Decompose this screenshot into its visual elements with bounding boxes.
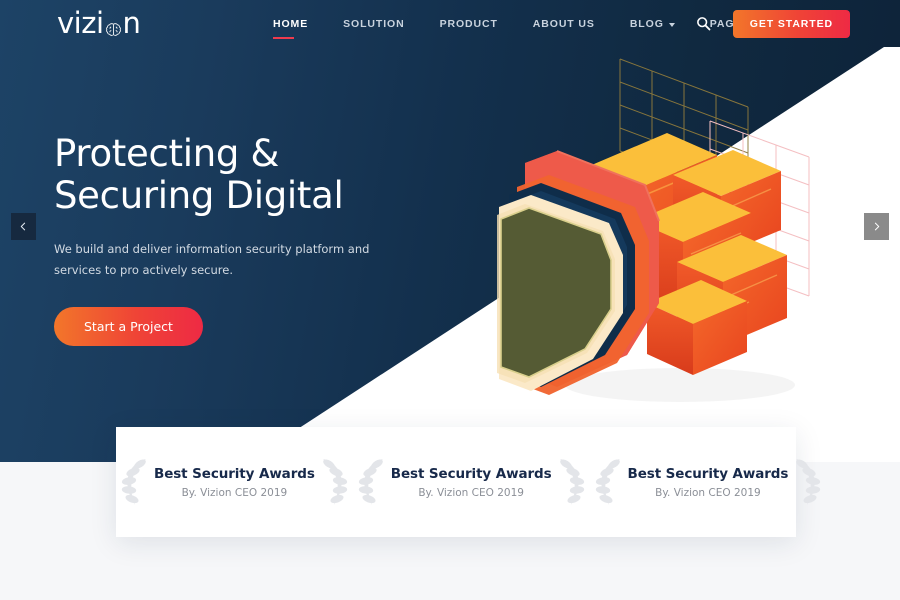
nav-item-label: BLOG [629, 17, 664, 30]
carousel-next-button[interactable] [864, 213, 889, 240]
search-icon[interactable] [696, 16, 711, 31]
award-subtitle: By. Vizion CEO 2019 [181, 486, 288, 499]
hero-subtitle: We build and deliver information securit… [54, 242, 370, 277]
nav-item-blog[interactable]: BLOG [630, 18, 692, 30]
nav-item-label: PRODUCT [439, 17, 498, 30]
logo[interactable]: vizi n [57, 6, 141, 40]
award-title: Best Security Awards [154, 465, 315, 482]
award-text: Best Security Awards By. Vizion CEO 2019 [628, 466, 789, 499]
brain-icon [104, 16, 123, 36]
security-cube-shield-graphic [497, 58, 810, 402]
award-card: Best Security Awards By. Vizion CEO 2019 [116, 427, 353, 537]
award-title: Best Security Awards [390, 465, 552, 482]
nav-item-label: HOME [273, 17, 309, 30]
start-project-button[interactable]: Start a Project [54, 307, 203, 346]
award-card: Best Security Awards By. Vizion CEO 2019 [590, 427, 827, 537]
nav-item-about-us[interactable]: ABOUT US [533, 18, 612, 30]
chevron-down-icon [668, 22, 675, 27]
page-root: vizi n HOME SOLUTION PRODUCT ABOUT US BL… [0, 0, 900, 600]
carousel-prev-button[interactable] [11, 213, 36, 240]
nav-item-home[interactable]: HOME [273, 17, 325, 39]
award-subtitle: By. Vizion CEO 2019 [418, 486, 524, 499]
laurel-wreath-icon [121, 459, 146, 505]
award-text: Best Security Awards By. Vizion CEO 2019 [154, 466, 315, 499]
award-title: Best Security Awards [627, 465, 789, 482]
awards-panel: Best Security Awards By. Vizion CEO 2019 [116, 427, 821, 537]
award-text: Best Security Awards By. Vizion CEO 2019 [391, 466, 552, 499]
nav-item-label: ABOUT US [532, 17, 595, 30]
award-card: Best Security Awards By. Vizion CEO 2019 [353, 427, 590, 537]
hero-content: Protecting & Securing Digital We build a… [54, 133, 454, 346]
laurel-wreath-icon [358, 459, 383, 505]
laurel-wreath-icon [796, 459, 821, 505]
nav-actions: GET STARTED [696, 0, 850, 47]
award-subtitle: By. Vizion CEO 2019 [655, 486, 761, 499]
navbar: vizi n HOME SOLUTION PRODUCT ABOUT US BL… [0, 0, 900, 47]
logo-text-part-1: vizi [57, 6, 104, 40]
chevron-left-icon [20, 222, 26, 231]
page-title: Protecting & Securing Digital [54, 132, 344, 217]
logo-text-part-2: n [122, 6, 141, 40]
nav-item-product[interactable]: PRODUCT [440, 18, 515, 30]
chevron-right-icon [874, 222, 880, 231]
hero-illustration [495, 55, 835, 415]
nav-item-label: SOLUTION [343, 17, 405, 30]
laurel-wreath-icon [322, 459, 347, 505]
laurel-wreath-icon [595, 459, 620, 505]
nav-item-solution[interactable]: SOLUTION [343, 18, 421, 30]
laurel-wreath-icon [559, 459, 584, 505]
get-started-button[interactable]: GET STARTED [732, 9, 850, 38]
